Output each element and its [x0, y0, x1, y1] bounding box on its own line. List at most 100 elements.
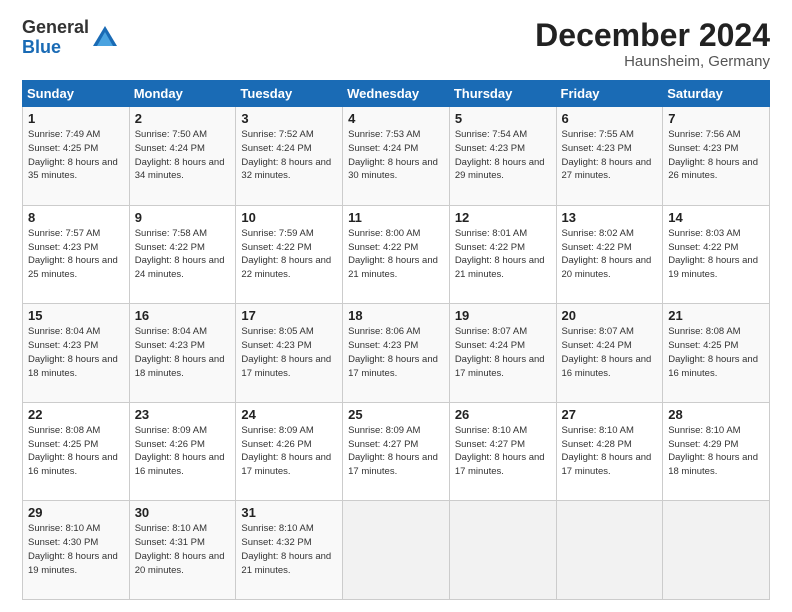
day-info: Sunrise: 8:03 AM Sunset: 4:22 PM Dayligh…	[668, 227, 764, 282]
table-row: 6 Sunrise: 7:55 AM Sunset: 4:23 PM Dayli…	[556, 107, 663, 206]
table-row	[343, 501, 450, 600]
table-row: 19 Sunrise: 8:07 AM Sunset: 4:24 PM Dayl…	[449, 304, 556, 403]
day-info: Sunrise: 8:07 AM Sunset: 4:24 PM Dayligh…	[562, 325, 658, 380]
table-row: 24 Sunrise: 8:09 AM Sunset: 4:26 PM Dayl…	[236, 402, 343, 501]
day-number: 26	[455, 407, 551, 422]
table-row: 18 Sunrise: 8:06 AM Sunset: 4:23 PM Dayl…	[343, 304, 450, 403]
day-number: 23	[135, 407, 231, 422]
day-number: 11	[348, 210, 444, 225]
day-info: Sunrise: 8:10 AM Sunset: 4:27 PM Dayligh…	[455, 424, 551, 479]
day-info: Sunrise: 8:00 AM Sunset: 4:22 PM Dayligh…	[348, 227, 444, 282]
table-row: 16 Sunrise: 8:04 AM Sunset: 4:23 PM Dayl…	[129, 304, 236, 403]
day-info: Sunrise: 7:57 AM Sunset: 4:23 PM Dayligh…	[28, 227, 124, 282]
day-number: 7	[668, 111, 764, 126]
table-row: 1 Sunrise: 7:49 AM Sunset: 4:25 PM Dayli…	[23, 107, 130, 206]
table-row: 11 Sunrise: 8:00 AM Sunset: 4:22 PM Dayl…	[343, 205, 450, 304]
logo-blue: Blue	[22, 38, 89, 58]
table-row: 26 Sunrise: 8:10 AM Sunset: 4:27 PM Dayl…	[449, 402, 556, 501]
table-row: 31 Sunrise: 8:10 AM Sunset: 4:32 PM Dayl…	[236, 501, 343, 600]
day-number: 20	[562, 308, 658, 323]
day-number: 12	[455, 210, 551, 225]
table-row: 12 Sunrise: 8:01 AM Sunset: 4:22 PM Dayl…	[449, 205, 556, 304]
calendar-week-row: 22 Sunrise: 8:08 AM Sunset: 4:25 PM Dayl…	[23, 402, 770, 501]
day-number: 3	[241, 111, 337, 126]
day-number: 22	[28, 407, 124, 422]
table-row: 22 Sunrise: 8:08 AM Sunset: 4:25 PM Dayl…	[23, 402, 130, 501]
day-number: 5	[455, 111, 551, 126]
day-info: Sunrise: 7:52 AM Sunset: 4:24 PM Dayligh…	[241, 128, 337, 183]
table-row: 5 Sunrise: 7:54 AM Sunset: 4:23 PM Dayli…	[449, 107, 556, 206]
day-number: 2	[135, 111, 231, 126]
day-info: Sunrise: 7:59 AM Sunset: 4:22 PM Dayligh…	[241, 227, 337, 282]
table-row: 2 Sunrise: 7:50 AM Sunset: 4:24 PM Dayli…	[129, 107, 236, 206]
day-info: Sunrise: 8:08 AM Sunset: 4:25 PM Dayligh…	[668, 325, 764, 380]
calendar-body: 1 Sunrise: 7:49 AM Sunset: 4:25 PM Dayli…	[23, 107, 770, 600]
table-row: 30 Sunrise: 8:10 AM Sunset: 4:31 PM Dayl…	[129, 501, 236, 600]
day-info: Sunrise: 8:09 AM Sunset: 4:26 PM Dayligh…	[241, 424, 337, 479]
day-number: 18	[348, 308, 444, 323]
day-number: 17	[241, 308, 337, 323]
day-info: Sunrise: 8:04 AM Sunset: 4:23 PM Dayligh…	[135, 325, 231, 380]
day-number: 21	[668, 308, 764, 323]
calendar-week-row: 1 Sunrise: 7:49 AM Sunset: 4:25 PM Dayli…	[23, 107, 770, 206]
day-number: 30	[135, 505, 231, 520]
table-row: 29 Sunrise: 8:10 AM Sunset: 4:30 PM Dayl…	[23, 501, 130, 600]
day-info: Sunrise: 8:06 AM Sunset: 4:23 PM Dayligh…	[348, 325, 444, 380]
table-row: 25 Sunrise: 8:09 AM Sunset: 4:27 PM Dayl…	[343, 402, 450, 501]
logo-general: General	[22, 18, 89, 38]
day-number: 28	[668, 407, 764, 422]
day-number: 6	[562, 111, 658, 126]
day-number: 25	[348, 407, 444, 422]
table-row: 14 Sunrise: 8:03 AM Sunset: 4:22 PM Dayl…	[663, 205, 770, 304]
header-thursday: Thursday	[449, 81, 556, 107]
table-row: 28 Sunrise: 8:10 AM Sunset: 4:29 PM Dayl…	[663, 402, 770, 501]
table-row: 23 Sunrise: 8:09 AM Sunset: 4:26 PM Dayl…	[129, 402, 236, 501]
logo: General Blue	[22, 18, 119, 58]
table-row	[556, 501, 663, 600]
table-row: 20 Sunrise: 8:07 AM Sunset: 4:24 PM Dayl…	[556, 304, 663, 403]
table-row: 8 Sunrise: 7:57 AM Sunset: 4:23 PM Dayli…	[23, 205, 130, 304]
day-info: Sunrise: 7:53 AM Sunset: 4:24 PM Dayligh…	[348, 128, 444, 183]
day-number: 1	[28, 111, 124, 126]
calendar-week-row: 29 Sunrise: 8:10 AM Sunset: 4:30 PM Dayl…	[23, 501, 770, 600]
day-info: Sunrise: 8:10 AM Sunset: 4:28 PM Dayligh…	[562, 424, 658, 479]
day-number: 31	[241, 505, 337, 520]
day-number: 15	[28, 308, 124, 323]
day-info: Sunrise: 8:08 AM Sunset: 4:25 PM Dayligh…	[28, 424, 124, 479]
day-info: Sunrise: 8:10 AM Sunset: 4:30 PM Dayligh…	[28, 522, 124, 577]
page: General Blue December 2024 Haunsheim, Ge…	[0, 0, 792, 612]
day-number: 10	[241, 210, 337, 225]
day-info: Sunrise: 7:56 AM Sunset: 4:23 PM Dayligh…	[668, 128, 764, 183]
day-info: Sunrise: 8:09 AM Sunset: 4:26 PM Dayligh…	[135, 424, 231, 479]
table-row: 10 Sunrise: 7:59 AM Sunset: 4:22 PM Dayl…	[236, 205, 343, 304]
day-info: Sunrise: 8:10 AM Sunset: 4:31 PM Dayligh…	[135, 522, 231, 577]
header-saturday: Saturday	[663, 81, 770, 107]
day-info: Sunrise: 7:54 AM Sunset: 4:23 PM Dayligh…	[455, 128, 551, 183]
title-block: December 2024 Haunsheim, Germany	[535, 18, 770, 70]
day-number: 16	[135, 308, 231, 323]
header-tuesday: Tuesday	[236, 81, 343, 107]
day-number: 9	[135, 210, 231, 225]
calendar-week-row: 15 Sunrise: 8:04 AM Sunset: 4:23 PM Dayl…	[23, 304, 770, 403]
calendar-header-row: Sunday Monday Tuesday Wednesday Thursday…	[23, 81, 770, 107]
calendar-week-row: 8 Sunrise: 7:57 AM Sunset: 4:23 PM Dayli…	[23, 205, 770, 304]
calendar-table: Sunday Monday Tuesday Wednesday Thursday…	[22, 80, 770, 600]
table-row: 21 Sunrise: 8:08 AM Sunset: 4:25 PM Dayl…	[663, 304, 770, 403]
header-friday: Friday	[556, 81, 663, 107]
day-info: Sunrise: 8:02 AM Sunset: 4:22 PM Dayligh…	[562, 227, 658, 282]
table-row: 3 Sunrise: 7:52 AM Sunset: 4:24 PM Dayli…	[236, 107, 343, 206]
location: Haunsheim, Germany	[535, 53, 770, 70]
day-number: 27	[562, 407, 658, 422]
day-info: Sunrise: 7:50 AM Sunset: 4:24 PM Dayligh…	[135, 128, 231, 183]
day-number: 8	[28, 210, 124, 225]
table-row: 13 Sunrise: 8:02 AM Sunset: 4:22 PM Dayl…	[556, 205, 663, 304]
day-info: Sunrise: 8:09 AM Sunset: 4:27 PM Dayligh…	[348, 424, 444, 479]
header-wednesday: Wednesday	[343, 81, 450, 107]
day-info: Sunrise: 8:01 AM Sunset: 4:22 PM Dayligh…	[455, 227, 551, 282]
day-number: 24	[241, 407, 337, 422]
table-row	[449, 501, 556, 600]
table-row: 7 Sunrise: 7:56 AM Sunset: 4:23 PM Dayli…	[663, 107, 770, 206]
day-number: 14	[668, 210, 764, 225]
table-row: 4 Sunrise: 7:53 AM Sunset: 4:24 PM Dayli…	[343, 107, 450, 206]
table-row: 27 Sunrise: 8:10 AM Sunset: 4:28 PM Dayl…	[556, 402, 663, 501]
